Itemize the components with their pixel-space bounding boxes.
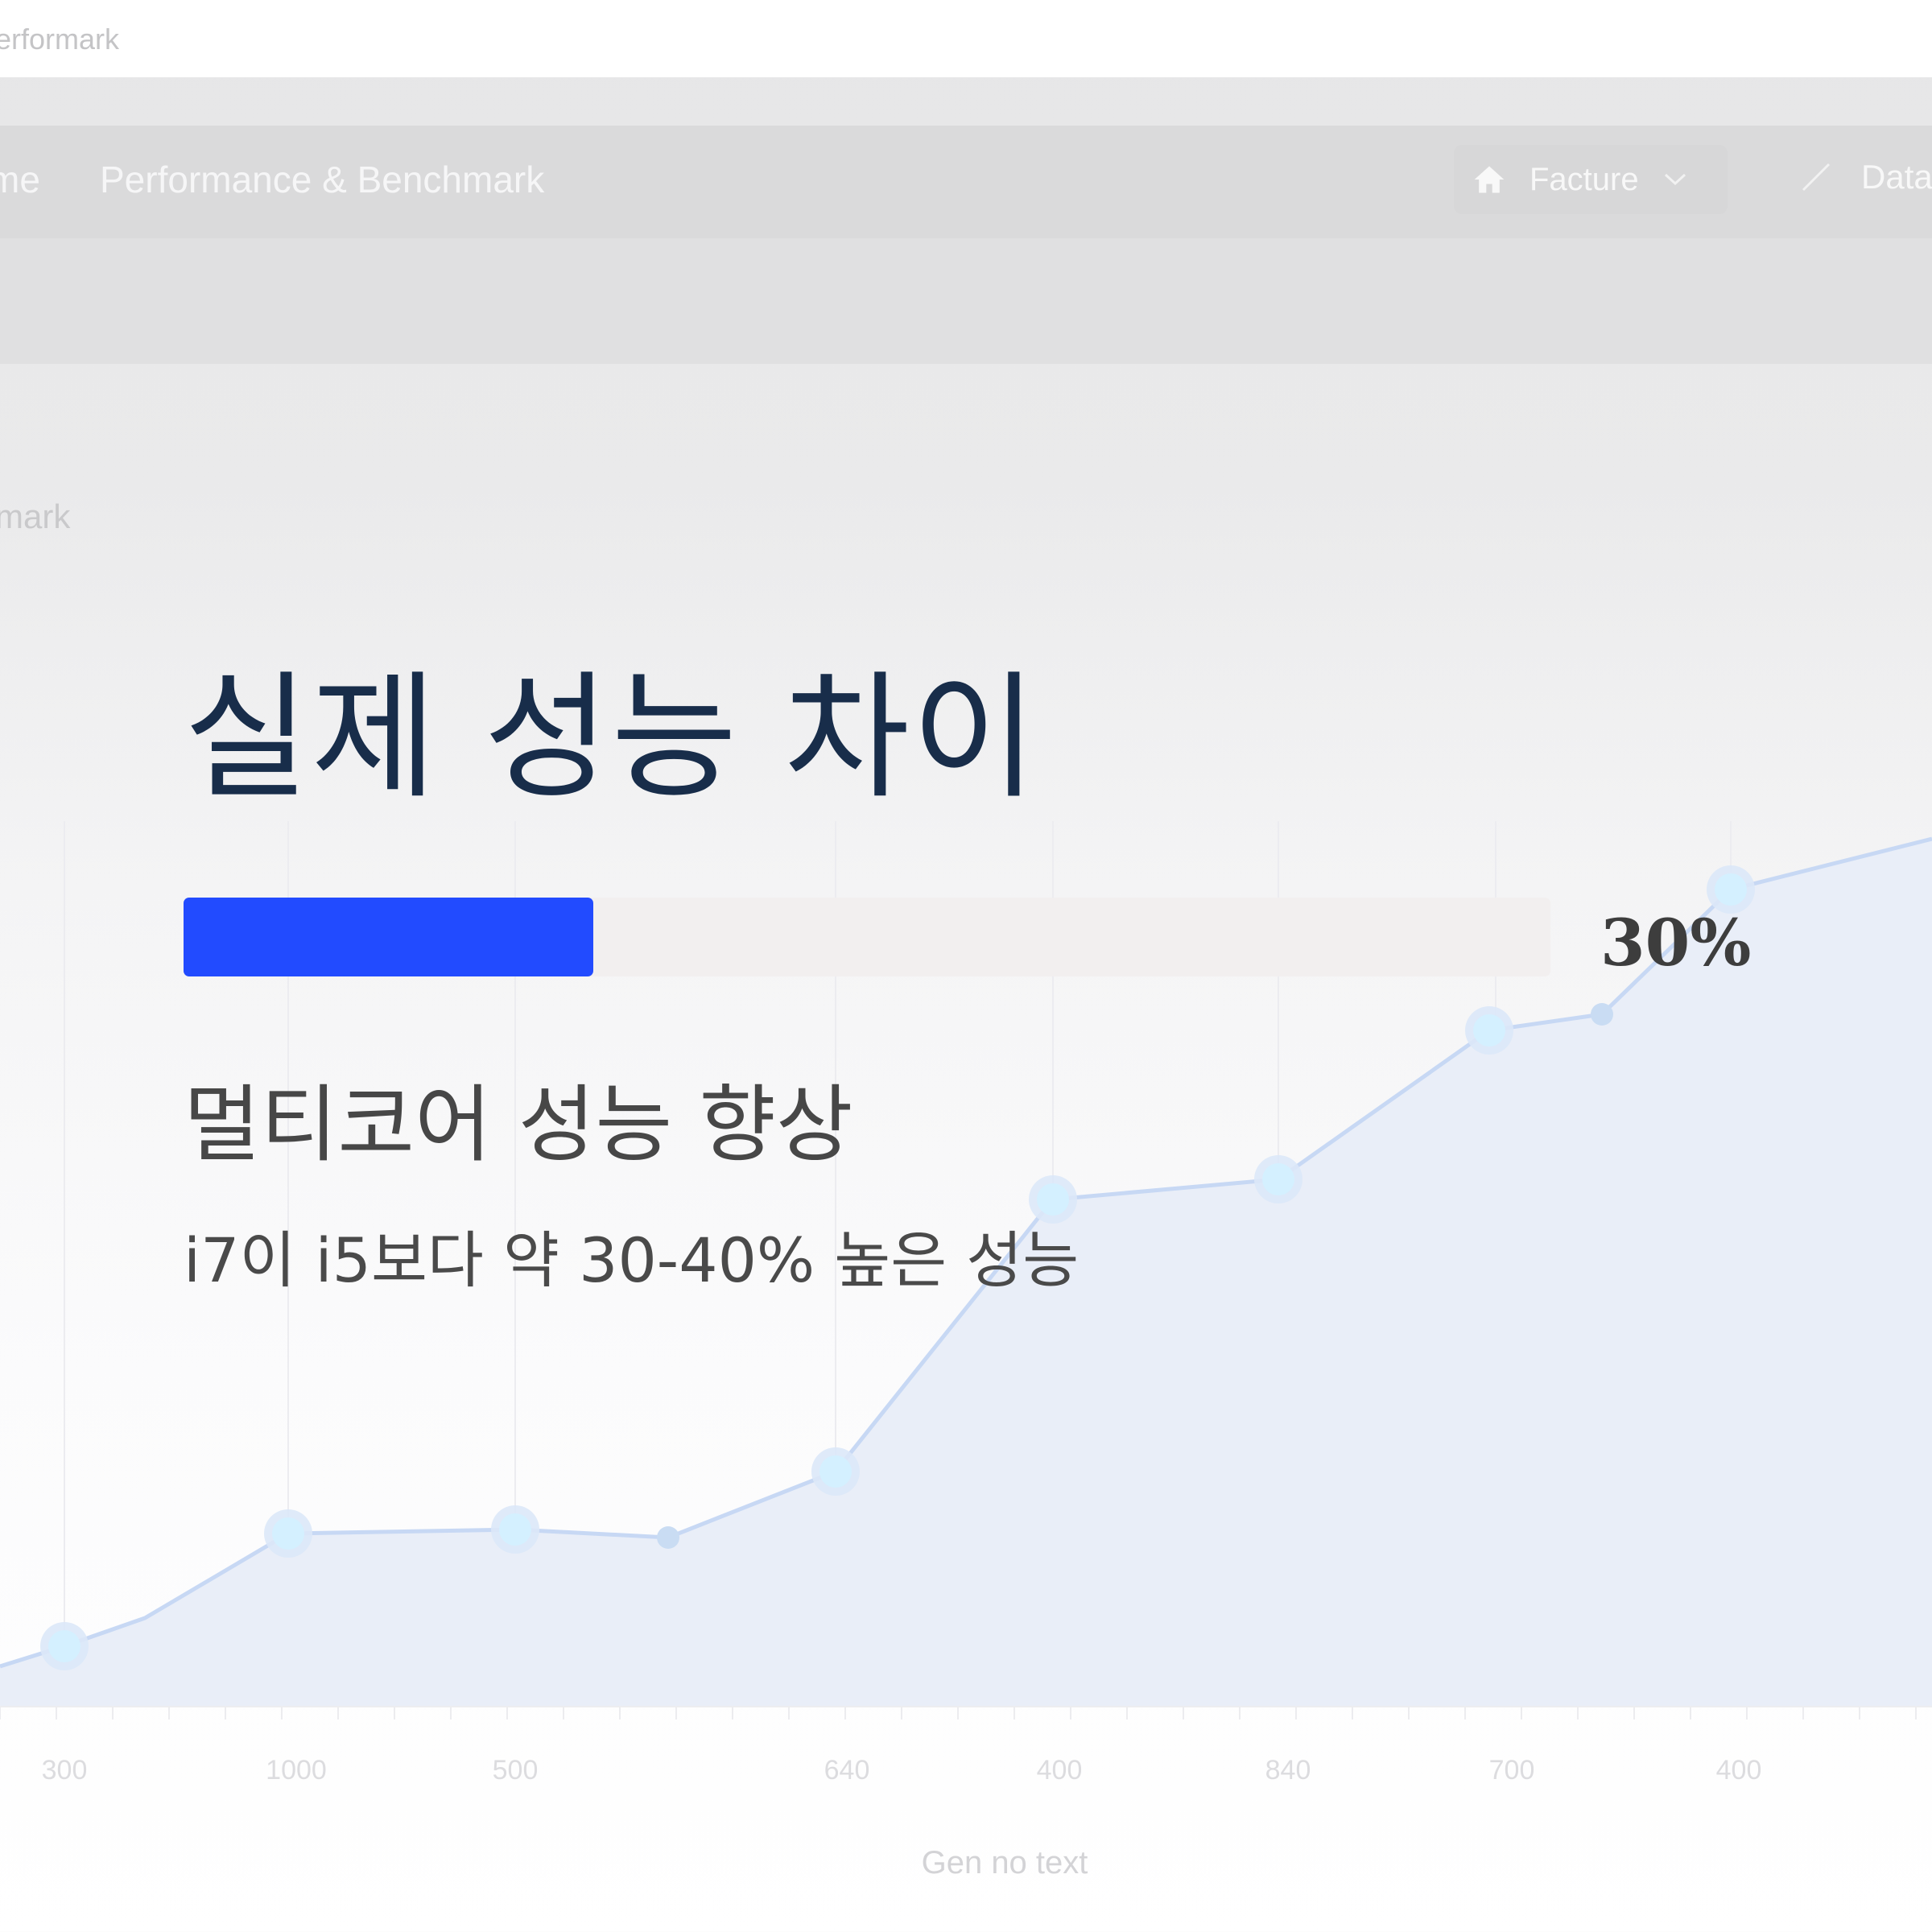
progress-value: 30%: [1600, 905, 1752, 980]
facture-label: Facture: [1530, 161, 1639, 197]
nav-data-label: Data: [1861, 158, 1932, 196]
chart-tick-label: 640: [824, 1755, 870, 1785]
progress-bar-track: [184, 898, 1550, 976]
window-title-bar: erformark: [0, 0, 1932, 77]
chart-tick-label: 700: [1489, 1755, 1535, 1785]
facture-dropdown[interactable]: Facture: [1454, 145, 1728, 214]
sub-header: [0, 238, 1932, 364]
chart-marker: [819, 1455, 852, 1488]
chart-marker: [499, 1513, 531, 1546]
chart-tick-label: 840: [1265, 1755, 1311, 1785]
page-heading: 실제 성능 차이: [184, 658, 1039, 818]
section-subtitle: 멀티코어 성능 향상: [184, 1075, 853, 1174]
nav-data-link[interactable]: Data: [1798, 158, 1932, 196]
chart-tick-label: 400: [1037, 1755, 1083, 1785]
chart-x-label: Gen no text: [922, 1845, 1088, 1880]
chart-marker: [1715, 873, 1747, 906]
section-description: i7이 i5보다 약 30-40% 높은 성능: [184, 1224, 1080, 1296]
chart-marker: [1262, 1163, 1294, 1195]
chart-marker: [657, 1526, 679, 1549]
chevron-down-icon: [1664, 173, 1686, 186]
chart-marker: [1591, 1003, 1613, 1026]
nav-home-link[interactable]: me: [0, 158, 40, 201]
breadcrumb: mark: [0, 497, 71, 535]
chart-marker: [1473, 1014, 1505, 1046]
nav-title-link[interactable]: Performance & Benchmark: [100, 158, 544, 201]
home-icon: [1474, 166, 1505, 193]
chart-tick-label: 400: [1716, 1755, 1762, 1785]
window-title: erformark: [0, 23, 120, 56]
chart-tick-label: 1000: [266, 1755, 327, 1785]
slash-icon: [1802, 163, 1831, 192]
chart-tick-label: 300: [42, 1755, 88, 1785]
progress-bar-fill: [184, 898, 594, 976]
chart-tick-label: 500: [493, 1755, 539, 1785]
chart-marker: [272, 1517, 304, 1550]
chart-marker: [48, 1630, 80, 1662]
